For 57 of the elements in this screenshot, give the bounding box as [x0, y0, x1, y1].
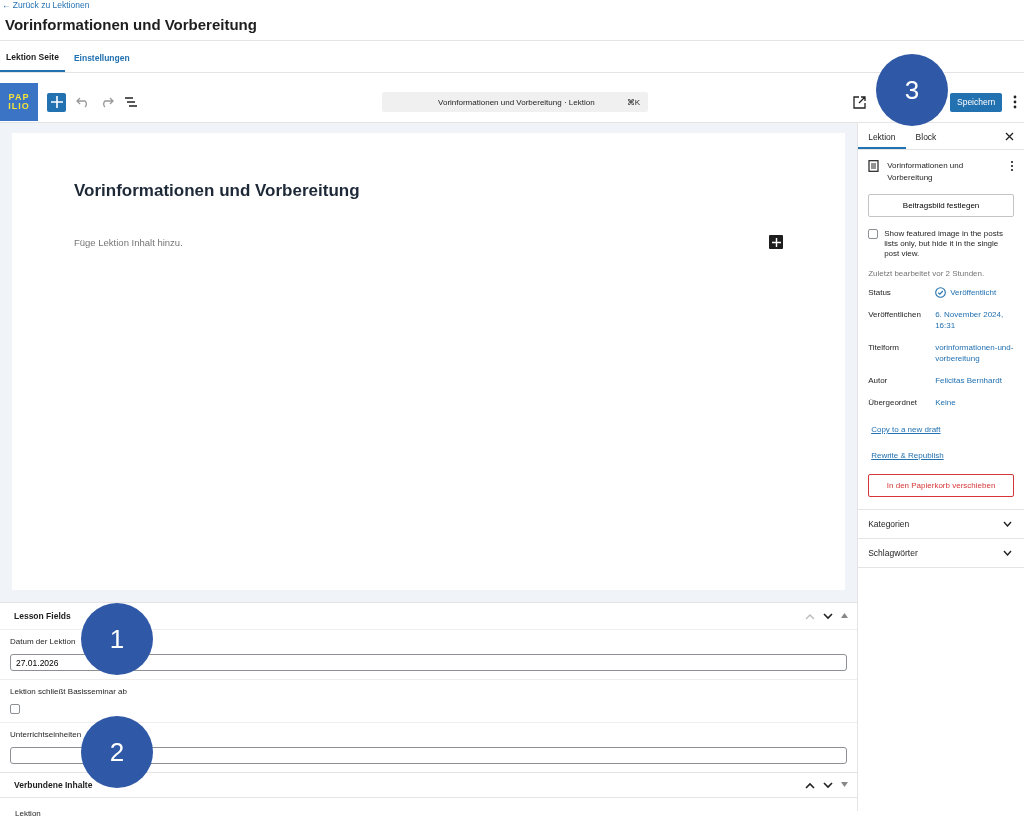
meta-label: Status [868, 287, 892, 298]
post-title[interactable]: Vorinformationen und Vorbereitung [74, 181, 784, 201]
external-link-icon[interactable] [853, 95, 866, 109]
undo-icon[interactable] [76, 96, 90, 108]
field-label: Unterrichtseinheiten [10, 730, 83, 739]
document-icon [868, 160, 880, 172]
post-title: Vorinformationen und Vorbereitung [887, 160, 965, 184]
plus-icon [771, 237, 781, 247]
sidebar-tab[interactable]: Block [905, 132, 947, 149]
page-tab[interactable]: Lektion Seite [0, 44, 65, 72]
page-title: Vorinformationen und Vorbereitung [5, 16, 258, 33]
meta-box-title: Verbundene Inhalte [14, 780, 94, 790]
meta-value-link[interactable]: Felicitas Bernhardt [935, 375, 1002, 386]
toggle-icon[interactable] [841, 613, 850, 619]
annotation-marker: 3 [876, 54, 948, 126]
close-icon[interactable] [1005, 131, 1014, 141]
checkbox[interactable] [868, 229, 879, 239]
action-link[interactable]: Copy to a new draft [871, 425, 1014, 434]
more-options-icon[interactable] [1010, 160, 1014, 172]
sidebar-panel[interactable]: Schlagwörter [858, 539, 1024, 568]
logo[interactable]: PAP ILIO [0, 83, 38, 121]
command-bar[interactable]: Vorinformationen und Vorbereitung · Lektion ⌘K [382, 92, 648, 112]
page-tab[interactable]: Einstellungen [67, 44, 136, 72]
checkbox[interactable] [10, 704, 20, 714]
meta-value-link[interactable]: vorinformationen-und-vorbereitung [935, 342, 1014, 364]
check-circle-icon [935, 287, 947, 298]
sidebar-tab[interactable]: Lektion [858, 132, 906, 149]
trash-button[interactable]: In den Papierkorb verschieben [868, 474, 1014, 497]
plus-icon [49, 95, 64, 109]
action-link[interactable]: Rewrite & Republish [871, 451, 1014, 460]
input-field[interactable]: 27.01.2026 [10, 654, 848, 671]
meta-value-link[interactable]: Veröffentlicht [950, 287, 997, 298]
chevron-down-icon[interactable] [823, 781, 834, 789]
chevron-up-icon[interactable] [805, 781, 816, 789]
sidebar-panel[interactable]: Kategorien [858, 510, 1024, 539]
meta-label: Veröffentlichen [868, 309, 922, 321]
meta-box-title: Lesson Fields [14, 611, 72, 621]
annotation-marker: 1 [81, 603, 153, 675]
redo-icon[interactable] [100, 96, 114, 108]
chevron-down-icon[interactable] [823, 612, 834, 620]
list-view-icon[interactable] [124, 96, 138, 108]
toggle-icon[interactable] [841, 782, 850, 788]
last-edited-text: Zuletzt bearbeitet vor 2 Stunden. [868, 269, 986, 278]
back-link[interactable]: ← Zurück zu Lektionen [2, 0, 90, 11]
meta-value-link[interactable]: Keine [935, 397, 956, 408]
meta-value-link[interactable]: 6. November 2024, 16:31 [935, 309, 1014, 331]
add-block-button[interactable] [769, 235, 784, 249]
content-placeholder[interactable]: Füge Lektion Inhalt hinzu. [74, 236, 183, 248]
meta-label: Titelform [868, 342, 900, 354]
meta-label: Autor [868, 375, 889, 386]
save-button[interactable]: Speichern [950, 92, 1003, 112]
breadcrumb[interactable]: Lektion [15, 809, 41, 818]
checkbox-label: Show featured image in the posts lists only, but hide it in the single post view. [884, 229, 1004, 259]
field-label: Lektion schließt Basisseminar ab [10, 687, 128, 696]
more-options-icon[interactable] [1013, 95, 1018, 109]
featured-image-button[interactable]: Beitragsbild festlegen [868, 194, 1014, 217]
meta-label: Übergeordnet [868, 397, 919, 408]
